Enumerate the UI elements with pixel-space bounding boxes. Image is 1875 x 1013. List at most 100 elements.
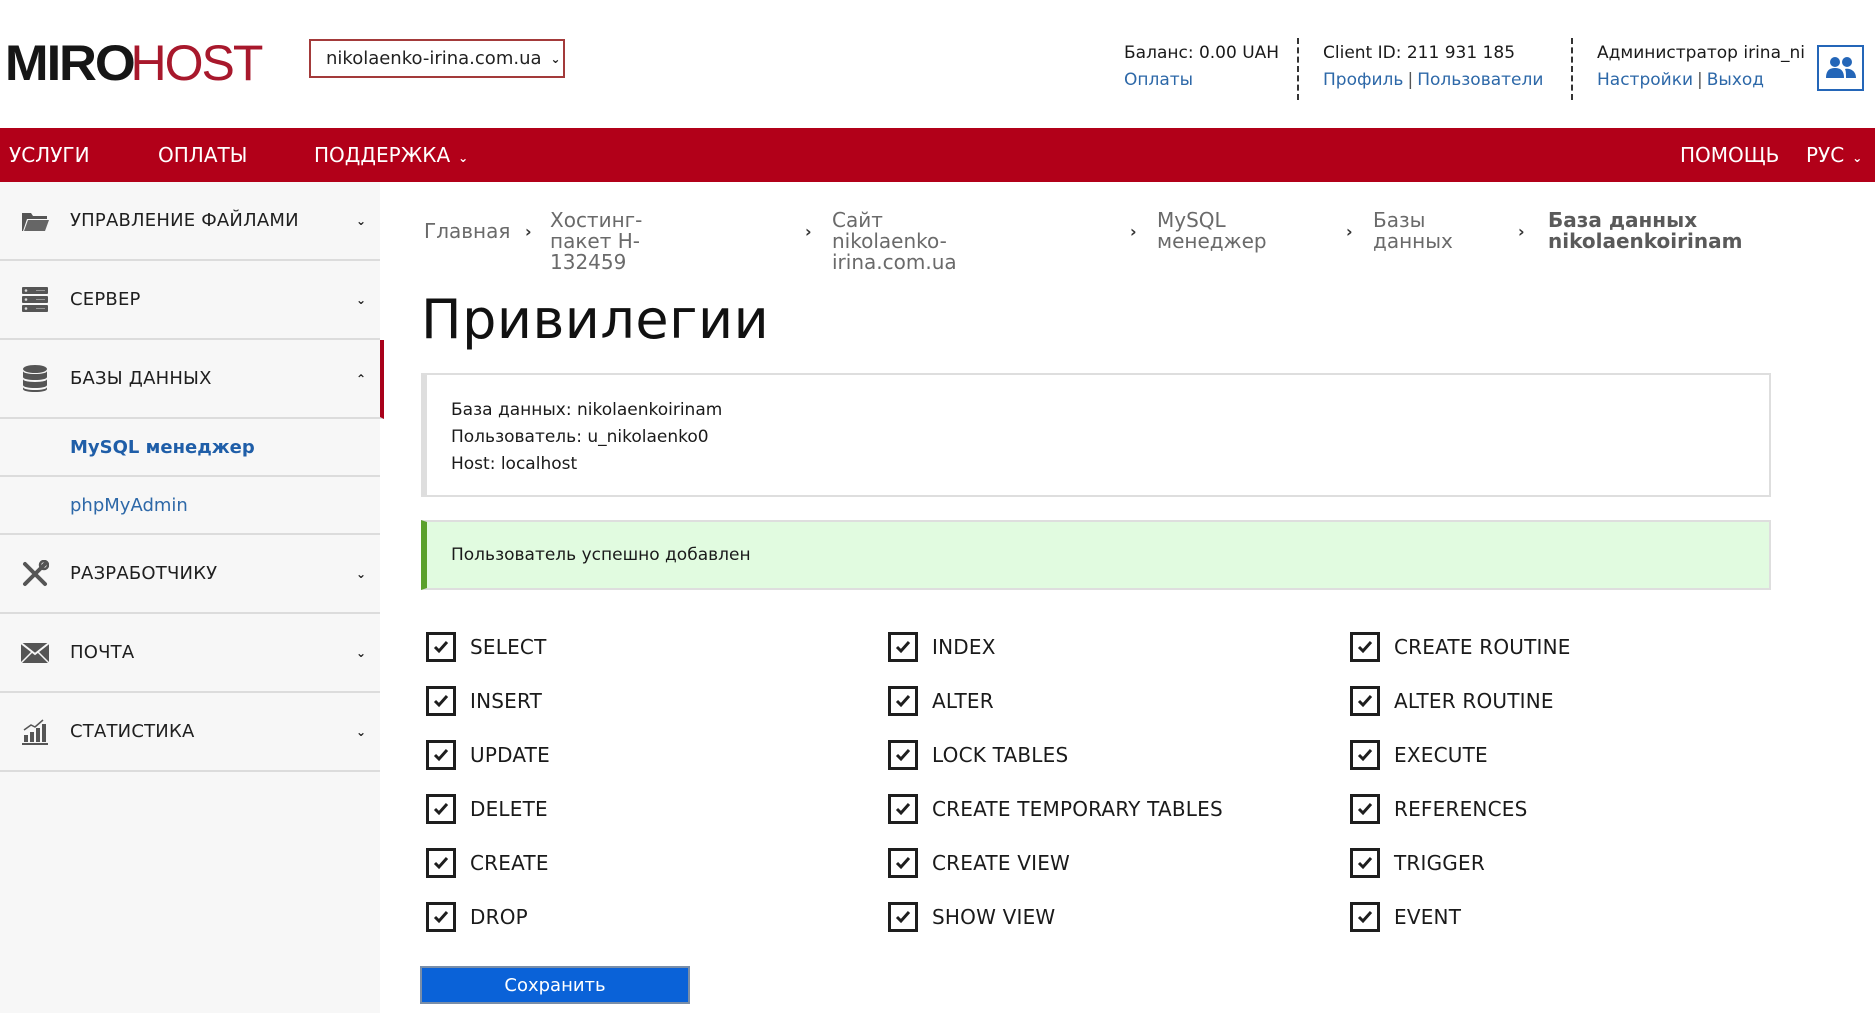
chevron-down-icon: ⌄ bbox=[356, 213, 367, 228]
breadcrumb-mysql-manager[interactable]: MySQL менеджер bbox=[1157, 210, 1267, 252]
site-select-value: nikolaenko-irina.com.ua bbox=[326, 48, 542, 69]
checkbox[interactable] bbox=[426, 740, 456, 770]
save-button[interactable]: Сохранить bbox=[420, 966, 690, 1004]
checkbox[interactable] bbox=[1350, 794, 1380, 824]
sidebar-item-file-management[interactable]: УПРАВЛЕНИЕ ФАЙЛАМИ ⌄ bbox=[0, 182, 380, 261]
sidebar-item-statistics[interactable]: СТАТИСТИКА ⌄ bbox=[0, 693, 380, 772]
users-link[interactable]: Пользователи bbox=[1417, 70, 1543, 90]
settings-link[interactable]: Настройки bbox=[1597, 70, 1693, 90]
sidebar-item-developer[interactable]: РАЗРАБОТЧИКУ ⌄ bbox=[0, 535, 380, 614]
users-button[interactable] bbox=[1817, 45, 1864, 91]
checkbox[interactable] bbox=[888, 740, 918, 770]
success-alert: Пользователь успешно добавлен bbox=[421, 520, 1771, 590]
breadcrumb-databases[interactable]: Базы данных bbox=[1373, 210, 1453, 252]
checkbox[interactable] bbox=[426, 902, 456, 932]
breadcrumb-label: менеджер bbox=[1157, 229, 1267, 253]
checkbox[interactable] bbox=[888, 794, 918, 824]
breadcrumb-hosting-package[interactable]: Хостинг-пакет H- 132459 bbox=[550, 210, 642, 273]
privilege-label: CREATE bbox=[470, 851, 549, 875]
privilege-checkbox-execute[interactable]: EXECUTE bbox=[1350, 728, 1571, 782]
privilege-checkbox-show-view[interactable]: SHOW VIEW bbox=[888, 890, 1223, 944]
checkbox[interactable] bbox=[888, 632, 918, 662]
sidebar-subitem-phpmyadmin[interactable]: phpMyAdmin bbox=[0, 477, 380, 535]
mirohost-logo[interactable]: MIRO HOST bbox=[5, 38, 264, 88]
payments-link[interactable]: Оплаты bbox=[1124, 70, 1193, 90]
sidebar-item-server[interactable]: СЕРВЕР ⌄ bbox=[0, 261, 380, 340]
checkbox[interactable] bbox=[1350, 740, 1380, 770]
logout-link[interactable]: Выход bbox=[1707, 70, 1764, 90]
link-separator: | bbox=[1407, 70, 1414, 90]
privilege-checkbox-lock-tables[interactable]: LOCK TABLES bbox=[888, 728, 1223, 782]
privilege-label: DROP bbox=[470, 905, 528, 929]
breadcrumb-label: данных bbox=[1373, 229, 1453, 253]
privilege-checkbox-delete[interactable]: DELETE bbox=[426, 782, 550, 836]
database-name: База данных: nikolaenkoirinam bbox=[451, 400, 723, 420]
privilege-checkbox-select[interactable]: SELECT bbox=[426, 620, 550, 674]
checkbox[interactable] bbox=[1350, 902, 1380, 932]
breadcrumb-site[interactable]: Сайт nikolaenko-irina.com.ua bbox=[832, 210, 957, 273]
nav-services[interactable]: УСЛУГИ bbox=[9, 128, 90, 182]
checkmark-icon bbox=[895, 641, 911, 654]
sidebar-item-label: СЕРВЕР bbox=[70, 289, 141, 310]
checkbox[interactable] bbox=[426, 686, 456, 716]
checkbox[interactable] bbox=[426, 848, 456, 878]
nav-help[interactable]: ПОМОЩЬ bbox=[1680, 128, 1779, 182]
language-select[interactable]: РУС ⌄ bbox=[1806, 128, 1862, 182]
language-label: РУС bbox=[1806, 143, 1845, 167]
sidebar-item-mail[interactable]: ПОЧТА ⌄ bbox=[0, 614, 380, 693]
privilege-checkbox-create-view[interactable]: CREATE VIEW bbox=[888, 836, 1223, 890]
sidebar-item-label: СТАТИСТИКА bbox=[70, 721, 195, 742]
checkmark-icon bbox=[433, 803, 449, 816]
privilege-checkbox-update[interactable]: UPDATE bbox=[426, 728, 550, 782]
privilege-checkbox-create-temporary-tables[interactable]: CREATE TEMPORARY TABLES bbox=[888, 782, 1223, 836]
checkmark-icon bbox=[1357, 749, 1373, 762]
privilege-checkbox-trigger[interactable]: TRIGGER bbox=[1350, 836, 1571, 890]
checkbox[interactable] bbox=[1350, 632, 1380, 662]
balance-block: Баланс: 0.00 UAH Оплаты bbox=[1124, 40, 1279, 94]
chevron-down-icon: ⌄ bbox=[458, 151, 469, 165]
privilege-label: CREATE VIEW bbox=[932, 851, 1071, 875]
privilege-checkbox-alter-routine[interactable]: ALTER ROUTINE bbox=[1350, 674, 1571, 728]
privilege-checkbox-insert[interactable]: INSERT bbox=[426, 674, 550, 728]
checkbox[interactable] bbox=[1350, 848, 1380, 878]
sidebar-subitem-label: phpMyAdmin bbox=[70, 494, 188, 516]
checkbox[interactable] bbox=[888, 686, 918, 716]
breadcrumb-current-database: База данных nikolaenkoirinam bbox=[1548, 210, 1742, 252]
privilege-label: UPDATE bbox=[470, 743, 550, 767]
sidebar-subitem-mysql-manager[interactable]: MySQL менеджер bbox=[0, 419, 380, 477]
success-message: Пользователь успешно добавлен bbox=[451, 545, 751, 565]
privilege-checkbox-create-routine[interactable]: CREATE ROUTINE bbox=[1350, 620, 1571, 674]
nav-support[interactable]: ПОДДЕРЖКА ⌄ bbox=[314, 128, 468, 182]
privilege-checkbox-drop[interactable]: DROP bbox=[426, 890, 550, 944]
breadcrumb-label: 132459 bbox=[550, 250, 627, 274]
privileges-column: SELECT INSERT UPDATE DELETE CREATE DROP bbox=[426, 620, 550, 944]
mail-icon bbox=[20, 638, 50, 668]
privilege-checkbox-index[interactable]: INDEX bbox=[888, 620, 1223, 674]
checkmark-icon bbox=[1357, 695, 1373, 708]
checkmark-icon bbox=[1357, 803, 1373, 816]
database-host: Host: localhost bbox=[451, 454, 578, 474]
privilege-label: CREATE ROUTINE bbox=[1394, 635, 1571, 659]
chevron-down-icon: ⌄ bbox=[356, 292, 367, 307]
privilege-label: INDEX bbox=[932, 635, 996, 659]
breadcrumb-home[interactable]: Главная bbox=[424, 221, 510, 242]
checkmark-icon bbox=[1357, 911, 1373, 924]
sidebar-item-databases[interactable]: БАЗЫ ДАННЫХ ⌃ bbox=[0, 340, 384, 419]
checkbox[interactable] bbox=[888, 848, 918, 878]
privilege-checkbox-event[interactable]: EVENT bbox=[1350, 890, 1571, 944]
privilege-checkbox-references[interactable]: REFERENCES bbox=[1350, 782, 1571, 836]
checkbox[interactable] bbox=[426, 632, 456, 662]
checkbox[interactable] bbox=[888, 902, 918, 932]
checkmark-icon bbox=[895, 803, 911, 816]
checkmark-icon bbox=[895, 695, 911, 708]
privilege-checkbox-alter[interactable]: ALTER bbox=[888, 674, 1223, 728]
checkbox[interactable] bbox=[1350, 686, 1380, 716]
site-select[interactable]: nikolaenko-irina.com.ua ⌄ bbox=[309, 39, 565, 78]
checkbox[interactable] bbox=[426, 794, 456, 824]
nav-payments[interactable]: ОПЛАТЫ bbox=[158, 128, 247, 182]
admin-text: Администратор irina_ni bbox=[1597, 43, 1806, 63]
privilege-label: TRIGGER bbox=[1394, 851, 1485, 875]
profile-link[interactable]: Профиль bbox=[1323, 70, 1403, 90]
chevron-down-icon: ⌄ bbox=[1852, 151, 1863, 165]
privilege-checkbox-create[interactable]: CREATE bbox=[426, 836, 550, 890]
